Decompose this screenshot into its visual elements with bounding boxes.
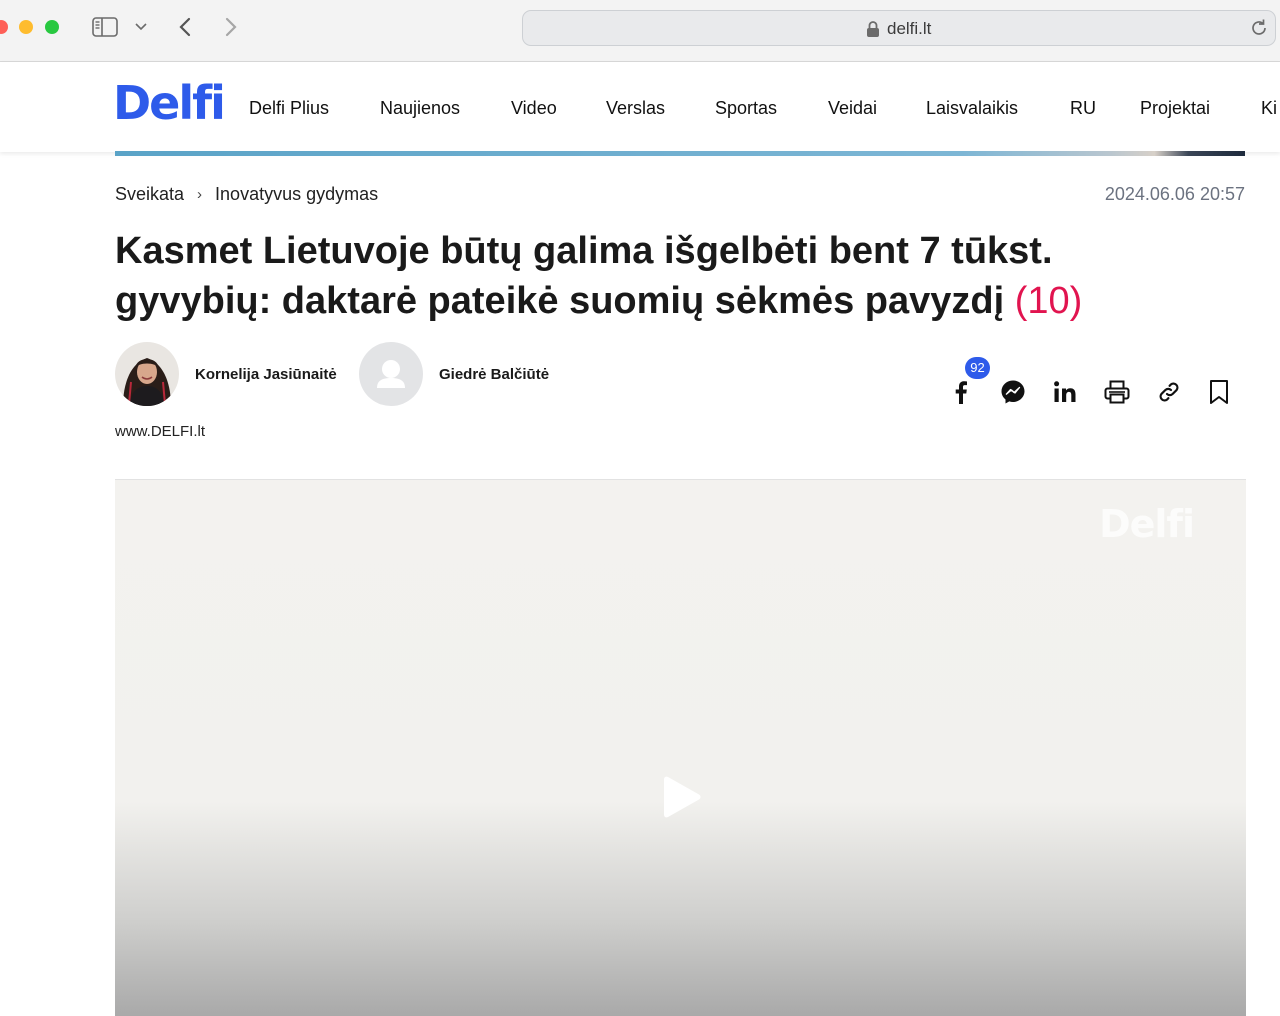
close-window-button[interactable] <box>0 20 8 34</box>
linkedin-icon <box>1054 381 1076 402</box>
author-name: Giedrė Balčiūtė <box>439 365 550 383</box>
author-avatar <box>115 342 179 406</box>
breadcrumb-separator: › <box>197 186 203 203</box>
zoom-window-button[interactable] <box>45 20 59 34</box>
author-name: Kornelija Jasiūnaitė <box>195 365 337 383</box>
print-button[interactable] <box>1097 372 1137 412</box>
nav-item-verslas[interactable]: Verslas <box>606 98 665 119</box>
article-title: Kasmet Lietuvoje būtų galima išgelbėti b… <box>115 226 1175 326</box>
play-icon[interactable] <box>662 774 702 820</box>
author-giedre[interactable]: Giedrė Balčiūtė <box>359 342 549 406</box>
minimize-window-button[interactable] <box>19 20 33 34</box>
messenger-icon <box>1001 380 1025 404</box>
messenger-share-button[interactable] <box>993 372 1033 412</box>
facebook-icon <box>955 381 967 404</box>
nav-item-laisvalaikis[interactable]: Laisvalaikis <box>926 98 1018 119</box>
nav-item-ru[interactable]: RU <box>1070 98 1096 119</box>
delfi-logo[interactable]: Delfi <box>113 76 226 130</box>
forward-arrow-icon[interactable] <box>222 14 240 40</box>
back-arrow-icon[interactable] <box>176 14 194 40</box>
video-watermark: Delfi <box>1099 502 1195 546</box>
site-header: Delfi Delfi Plius Naujienos Video Versla… <box>0 62 1280 152</box>
bookmark-button[interactable] <box>1199 372 1239 412</box>
nav-item-projektai[interactable]: Projektai <box>1140 98 1210 119</box>
sidebar-toggle-icon[interactable] <box>92 14 118 40</box>
chevron-down-icon[interactable] <box>134 14 148 40</box>
nav-item-video[interactable]: Video <box>511 98 557 119</box>
nav-item-veidai[interactable]: Veidai <box>828 98 877 119</box>
browser-toolbar: delfi.lt <box>0 0 1280 62</box>
breadcrumb-item-inovatyvus-gydymas[interactable]: Inovatyvus gydymas <box>215 184 378 205</box>
linkedin-share-button[interactable] <box>1045 372 1085 412</box>
video-player[interactable]: Delfi <box>115 479 1246 1016</box>
header-banner-strip <box>115 151 1245 156</box>
bookmark-icon <box>1210 380 1228 404</box>
facebook-share-count-badge: 92 <box>965 357 990 379</box>
author-kornelija[interactable]: Kornelija Jasiūnaitė <box>115 342 337 406</box>
article-source: www.DELFI.lt <box>115 423 206 440</box>
nav-item-naujienos[interactable]: Naujienos <box>380 98 460 119</box>
publish-date: 2024.06.06 20:57 <box>1104 184 1245 204</box>
lock-icon <box>867 21 879 37</box>
nav-item-delfi-plius[interactable]: Delfi Plius <box>249 98 329 119</box>
nav-item-kita[interactable]: Ki <box>1261 98 1277 119</box>
breadcrumb-item-sveikata[interactable]: Sveikata <box>115 184 184 205</box>
nav-item-sportas[interactable]: Sportas <box>715 98 777 119</box>
default-avatar-icon <box>359 342 423 406</box>
copy-link-button[interactable] <box>1149 372 1189 412</box>
print-icon <box>1104 380 1130 404</box>
breadcrumb: Sveikata › Inovatyvus gydymas <box>115 184 378 205</box>
reload-icon[interactable] <box>1249 18 1269 38</box>
comment-count-link[interactable]: (10) <box>1015 280 1083 322</box>
article-title-text: Kasmet Lietuvoje būtų galima išgelbėti b… <box>115 230 1053 322</box>
link-icon <box>1159 382 1179 402</box>
address-bar[interactable]: delfi.lt <box>522 10 1276 46</box>
url-text: delfi.lt <box>887 19 932 38</box>
